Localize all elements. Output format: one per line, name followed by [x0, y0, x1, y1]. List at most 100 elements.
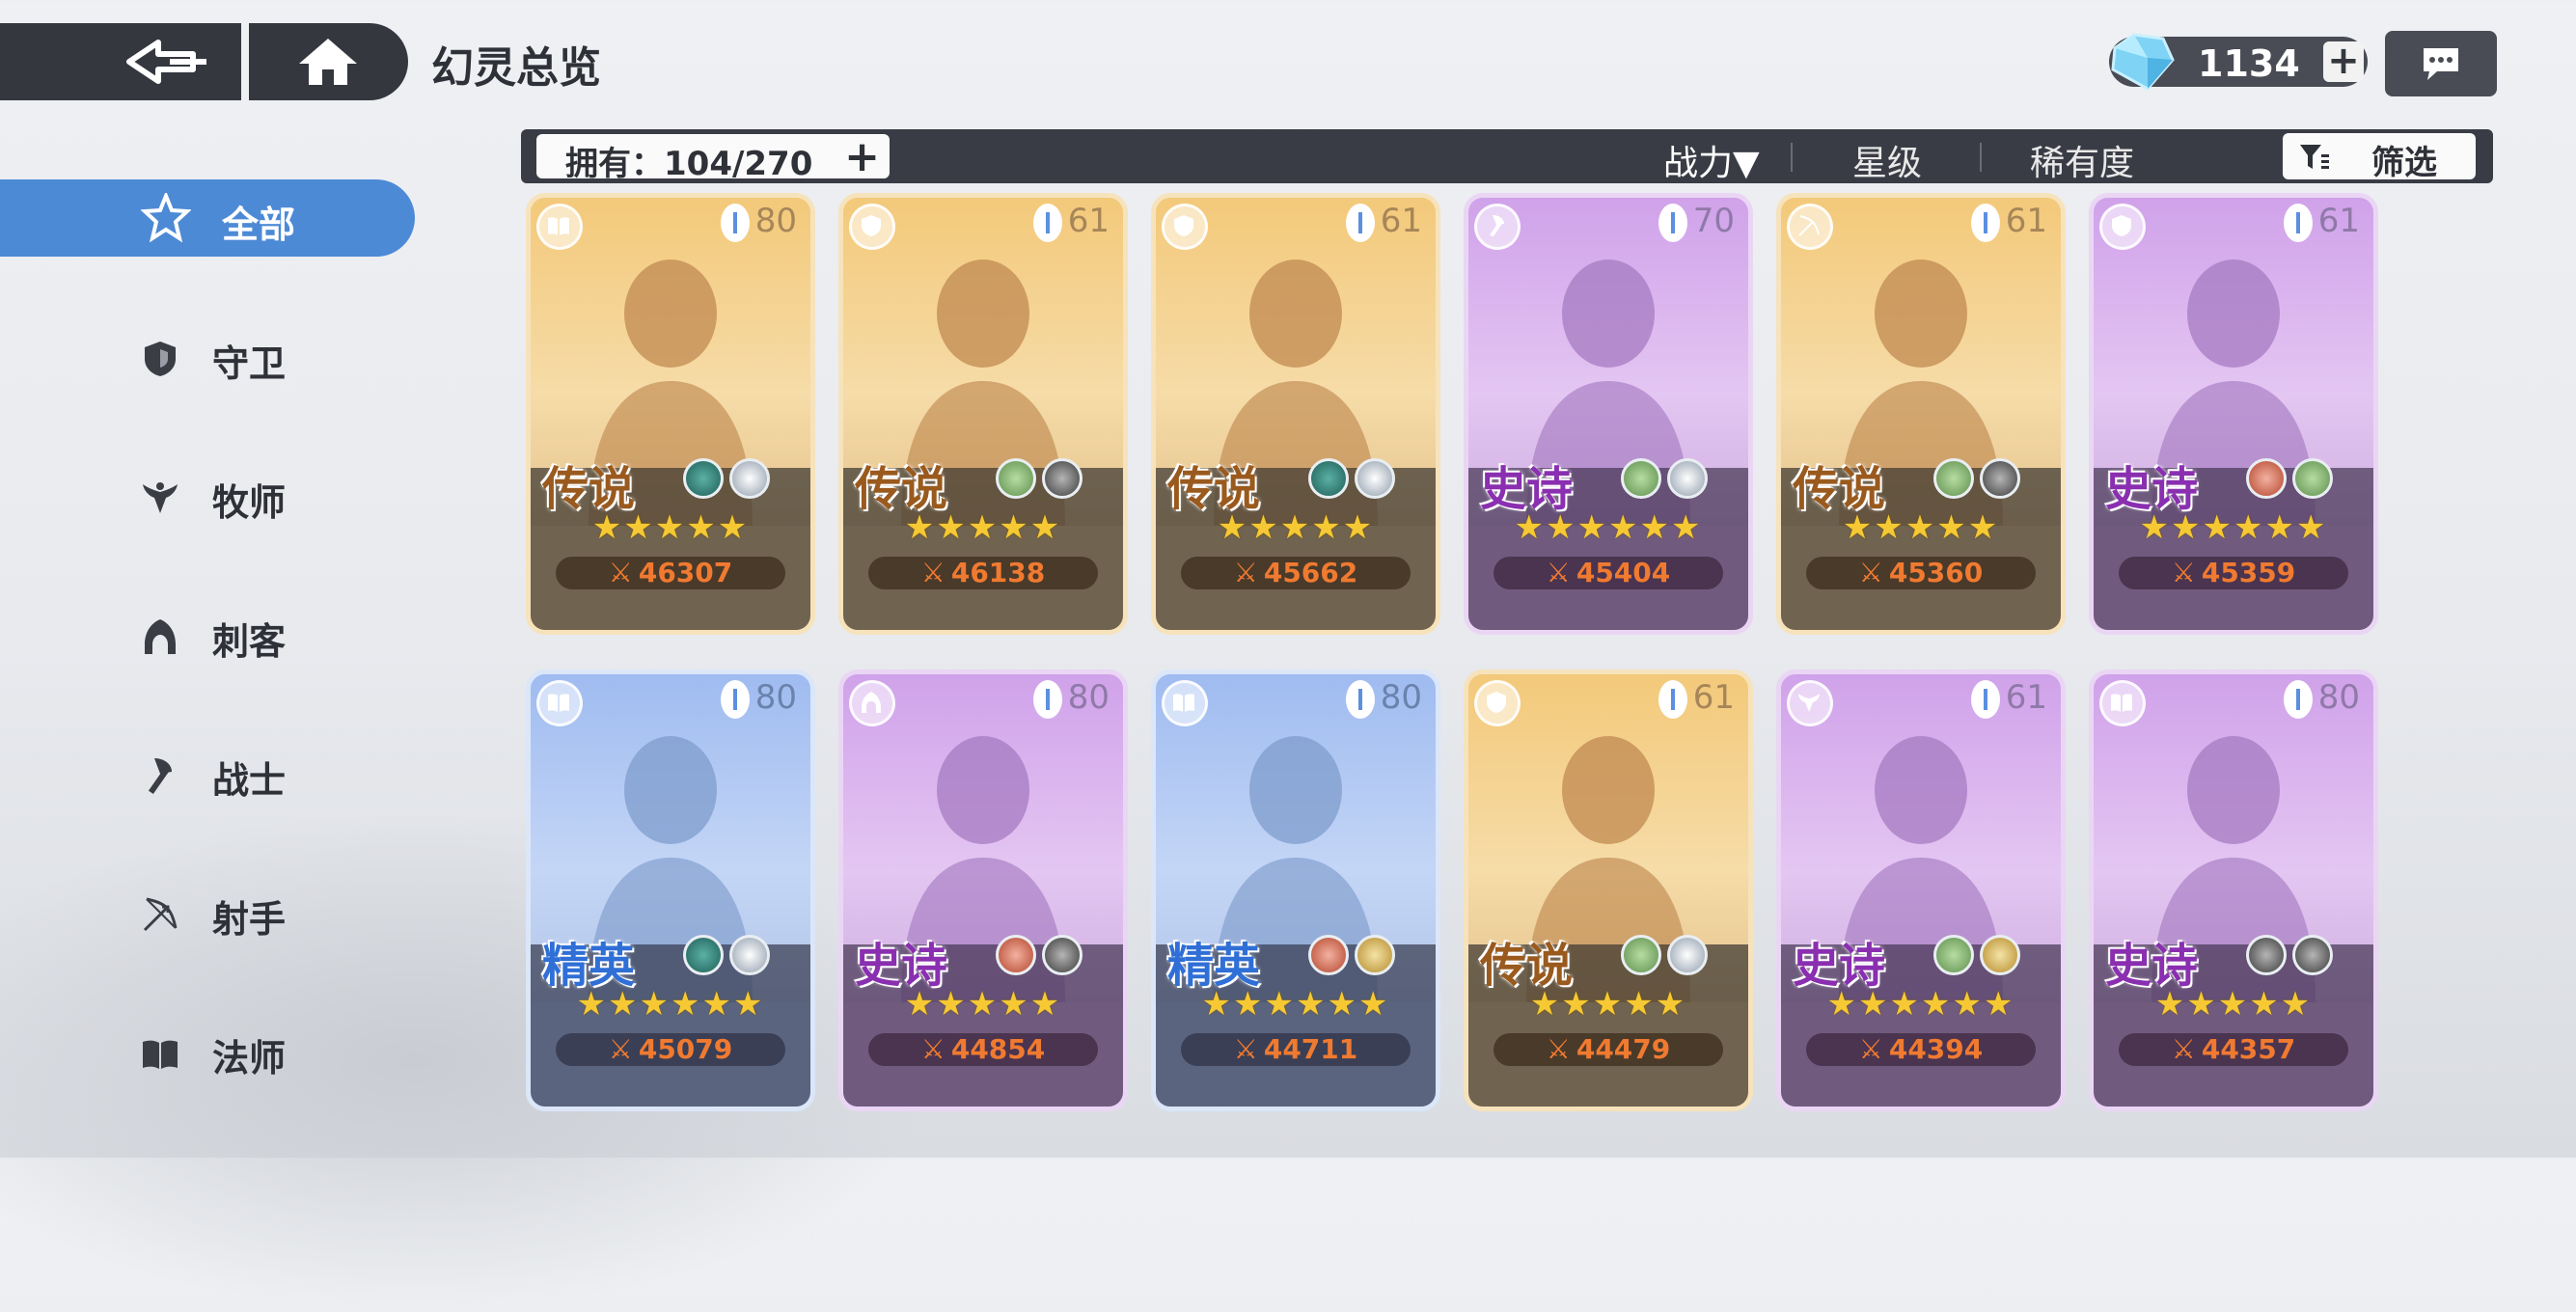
light-element-icon	[1355, 458, 1395, 499]
filter-label: 筛选	[2371, 144, 2437, 182]
crossed-swords-icon: ⚔	[1546, 557, 1571, 588]
hood-icon	[849, 680, 895, 726]
star-rating: ★★★★★★	[576, 985, 765, 1024]
sidebar-item-archer[interactable]: 射手	[0, 874, 415, 951]
chat-button[interactable]	[2385, 31, 2497, 96]
power-bar: ⚔ 44854	[868, 1033, 1098, 1066]
power-value: 44394	[1888, 1033, 1984, 1065]
power-bar: ⚔ 46138	[868, 557, 1098, 589]
hero-level: 70	[1658, 202, 1735, 244]
hero-info-panel: 史诗 ★★★★★ ⚔ 44357	[2094, 935, 2373, 1107]
book-icon	[2099, 680, 2146, 726]
crossed-swords-icon: ⚔	[1233, 1033, 1258, 1065]
star-rating: ★★★★★	[1529, 985, 1687, 1024]
hero-info-panel: 史诗 ★★★★★ ⚔ 44854	[843, 935, 1123, 1107]
nature-element-icon	[1933, 458, 1974, 499]
gem-counter: 1134 +	[2109, 33, 2368, 91]
filter-bar: 拥有：104/270 + 战力▼ 星级 稀有度 筛选	[521, 129, 2493, 183]
hero-level: 61	[2283, 202, 2360, 244]
power-bar: ⚔ 45360	[1806, 557, 2036, 589]
add-gems-button[interactable]: +	[2323, 41, 2364, 82]
wings-icon	[1787, 680, 1833, 726]
hero-card[interactable]: 80 史诗 ★★★★★ ⚔ 44357	[2089, 670, 2378, 1111]
level-value: 61	[1067, 202, 1110, 240]
gem-icon	[2111, 33, 2175, 91]
level-icon	[720, 203, 750, 242]
power-bar: ⚔ 44357	[2119, 1033, 2348, 1066]
sidebar-item-priest[interactable]: 牧师	[0, 457, 415, 534]
hero-card[interactable]: 80 史诗 ★★★★★ ⚔ 44854	[838, 670, 1128, 1111]
dark-element-icon	[2292, 935, 2333, 975]
sidebar-item-assassin[interactable]: 刺客	[0, 596, 415, 673]
fire-element-icon	[1308, 935, 1349, 975]
hero-card[interactable]: 80 传说 ★★★★★ ⚔ 46307	[526, 193, 815, 635]
power-bar: ⚔ 44479	[1494, 1033, 1723, 1066]
home-button[interactable]	[249, 23, 408, 100]
star-rating: ★★★★★	[904, 508, 1062, 547]
back-button[interactable]	[0, 23, 241, 100]
divider	[1980, 143, 1982, 172]
hero-info-panel: 精英 ★★★★★★ ⚔ 45079	[531, 935, 810, 1107]
hero-level: 61	[1970, 678, 2047, 721]
power-bar: ⚔ 46307	[556, 557, 785, 589]
hero-info-panel: 精英 ★★★★★★ ⚔ 44711	[1156, 935, 1436, 1107]
top-bar: 幻灵总览 1134 +	[0, 0, 2576, 106]
gold-element-icon	[1355, 935, 1395, 975]
dark-element-icon	[1042, 458, 1082, 499]
sidebar-item-all[interactable]: 全部	[0, 179, 415, 257]
hero-card[interactable]: 61 史诗 ★★★★★★ ⚔ 45359	[2089, 193, 2378, 635]
expand-slots-button[interactable]: +	[844, 132, 880, 181]
dark-element-icon	[1042, 935, 1082, 975]
sidebar-item-warrior[interactable]: 战士	[0, 735, 415, 812]
level-icon	[1658, 203, 1687, 242]
level-value: 80	[754, 202, 797, 240]
crossed-swords-icon: ⚔	[1546, 1033, 1571, 1065]
hero-card[interactable]: 61 传说 ★★★★★ ⚔ 45360	[1776, 193, 2066, 635]
gold-element-icon	[1980, 935, 2020, 975]
sidebar-item-guard[interactable]: 守卫	[0, 318, 415, 396]
level-value: 61	[1380, 202, 1422, 240]
hero-level: 80	[720, 678, 797, 721]
hero-card[interactable]: 61 传说 ★★★★★ ⚔ 46138	[838, 193, 1128, 635]
filter-button[interactable]: 筛选	[2283, 133, 2476, 182]
sort-by-rarity[interactable]: 稀有度	[2030, 135, 2134, 185]
hero-card[interactable]: 80 精英 ★★★★★★ ⚔ 44711	[1151, 670, 1440, 1111]
sort-by-power[interactable]: 战力▼	[1663, 135, 1760, 185]
hero-info-panel: 传说 ★★★★★ ⚔ 44479	[1468, 935, 1748, 1107]
hero-card[interactable]: 80 精英 ★★★★★★ ⚔ 45079	[526, 670, 815, 1111]
chat-bubble-icon	[2424, 48, 2458, 80]
hood-icon	[145, 619, 176, 654]
sort-by-star[interactable]: 星级	[1852, 135, 1922, 185]
power-value: 44711	[1263, 1033, 1358, 1065]
level-icon	[2283, 203, 2313, 242]
hero-info-panel: 史诗 ★★★★★★ ⚔ 44394	[1781, 935, 2061, 1107]
sidebar-item-label: 战士	[212, 759, 287, 802]
sidebar-item-mage[interactable]: 法师	[0, 1013, 415, 1090]
hero-card[interactable]: 61 传说 ★★★★★ ⚔ 45662	[1151, 193, 1440, 635]
bow-icon	[143, 897, 178, 932]
book-icon	[536, 204, 583, 250]
owned-counter[interactable]: 拥有：104/270 +	[536, 132, 890, 183]
hero-info-panel: 传说 ★★★★★ ⚔ 45360	[1781, 458, 2061, 630]
shield-icon	[145, 342, 176, 376]
crossed-swords-icon: ⚔	[1233, 557, 1258, 588]
power-bar: ⚔ 45662	[1181, 557, 1411, 589]
hero-card[interactable]: 61 史诗 ★★★★★★ ⚔ 44394	[1776, 670, 2066, 1111]
fire-element-icon	[996, 935, 1036, 975]
power-bar: ⚔ 45359	[2119, 557, 2348, 589]
level-value: 61	[2005, 202, 2047, 240]
nature-element-icon	[996, 458, 1036, 499]
hero-card[interactable]: 70 史诗 ★★★★★★ ⚔ 45404	[1464, 193, 1753, 635]
light-element-icon	[729, 935, 770, 975]
hero-card[interactable]: 61 传说 ★★★★★ ⚔ 44479	[1464, 670, 1753, 1111]
sidebar-item-label: 刺客	[212, 620, 287, 663]
light-element-icon	[729, 458, 770, 499]
water-element-icon	[683, 458, 724, 499]
crossed-swords-icon: ⚔	[2171, 557, 2196, 588]
nature-element-icon	[1621, 458, 1661, 499]
level-value: 61	[2005, 678, 2047, 717]
hero-info-panel: 传说 ★★★★★ ⚔ 46307	[531, 458, 810, 630]
level-icon	[1345, 679, 1375, 719]
hero-level: 80	[1345, 678, 1422, 721]
power-value: 44479	[1576, 1033, 1671, 1065]
